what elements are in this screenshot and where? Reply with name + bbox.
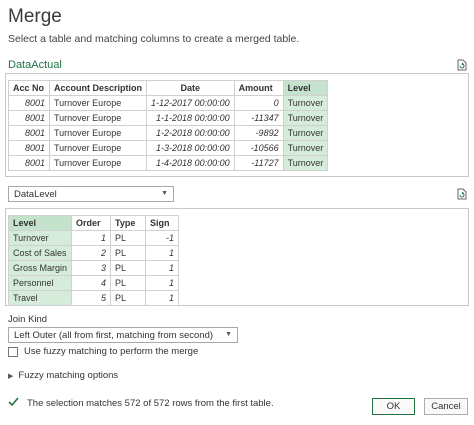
- join-kind-select[interactable]: Left Outer (all from first, matching fro…: [8, 327, 238, 343]
- table-row: Turnover 1 PL -1: [7, 230, 180, 246]
- second-table-select[interactable]: DataLevel ▼: [8, 186, 174, 202]
- table-cell: 8001: [8, 140, 50, 156]
- table-cell: Turnover: [282, 155, 329, 171]
- table-row: 8001 Turnover Europe 1-4-2018 00:00:00 -117…: [8, 155, 329, 171]
- table-cell: PL: [110, 230, 147, 246]
- table-cell: 1: [145, 245, 180, 261]
- table-cell: -1: [145, 230, 180, 246]
- table-cell: Turnover: [282, 125, 329, 141]
- table-row: Cost of Sales 2 PL 1: [7, 245, 180, 261]
- table-cell: -9892: [233, 125, 284, 141]
- table-row: Travel 5 PL 1: [7, 290, 180, 306]
- table-cell: PL: [110, 260, 147, 276]
- table-cell: -10566: [233, 140, 284, 156]
- fuzzy-matching-label: Use fuzzy matching to perform the merge: [24, 346, 199, 357]
- header-row: Level Order Type Sign: [7, 215, 180, 231]
- second-table-grid: Level Order Type Sign Turnover 1 PL -1 Cost …: [7, 215, 180, 306]
- table-cell: Turnover Europe: [48, 95, 148, 111]
- column-header-type[interactable]: Type: [110, 215, 147, 231]
- join-kind-label: Join Kind: [8, 314, 48, 325]
- chevron-down-icon: ▼: [225, 331, 232, 338]
- table-cell: 4: [71, 275, 112, 291]
- table-cell: Turnover: [282, 110, 329, 126]
- ok-button[interactable]: OK: [372, 398, 415, 415]
- fuzzy-options-label: Fuzzy matching options: [18, 370, 119, 381]
- table-cell: 1-2-2018 00:00:00: [146, 125, 235, 141]
- column-header-amount[interactable]: Amount: [233, 80, 284, 96]
- table-cell: 1-4-2018 00:00:00: [146, 155, 235, 171]
- table-cell: Turnover Europe: [48, 110, 148, 126]
- table-row: 8001 Turnover Europe 1-2-2018 00:00:00 -989…: [8, 125, 329, 141]
- first-table-grid: Acc No Account Description Date Amount L…: [8, 80, 329, 171]
- table-cell: 8001: [8, 95, 50, 111]
- column-header-account-description[interactable]: Account Description: [48, 80, 148, 96]
- cancel-button[interactable]: Cancel: [424, 398, 468, 415]
- chevron-down-icon: ▼: [161, 190, 168, 197]
- table-cell: Gross Margin: [7, 260, 73, 276]
- table-cell: Personnel: [7, 275, 73, 291]
- first-table-name: DataActual: [8, 59, 62, 71]
- table-cell: Turnover Europe: [48, 155, 148, 171]
- table-cell: 8001: [8, 125, 50, 141]
- table-cell: 1: [71, 230, 112, 246]
- column-header-level[interactable]: Level: [282, 80, 329, 96]
- table-cell: -11727: [233, 155, 284, 171]
- table-cell: PL: [110, 275, 147, 291]
- dialog-subtitle: Select a table and matching columns to c…: [8, 33, 300, 45]
- dialog-title: Merge: [8, 6, 62, 27]
- table-cell: Travel: [7, 290, 73, 306]
- table-cell: 3: [71, 260, 112, 276]
- table-cell: 0: [233, 95, 284, 111]
- match-status-text: The selection matches 572 of 572 rows fr…: [27, 397, 274, 409]
- fuzzy-matching-checkbox[interactable]: [8, 346, 18, 357]
- table-row: Personnel 4 PL 1: [7, 275, 180, 291]
- table-cell: 1-12-2017 00:00:00: [146, 95, 235, 111]
- second-table-preview: Level Order Type Sign Turnover 1 PL -1 Cost …: [5, 208, 469, 306]
- table-cell: 8001: [8, 110, 50, 126]
- table-cell: Turnover Europe: [48, 140, 148, 156]
- table-cell: Turnover: [7, 230, 73, 246]
- checkmark-icon: [8, 396, 19, 410]
- join-kind-select-value: Left Outer (all from first, matching fro…: [14, 329, 214, 341]
- table-cell: Cost of Sales: [7, 245, 73, 261]
- table-row: 8001 Turnover Europe 1-1-2018 00:00:00 -113…: [8, 110, 329, 126]
- table-cell: 1: [145, 260, 180, 276]
- column-header-date[interactable]: Date: [146, 80, 235, 96]
- column-header-sign[interactable]: Sign: [145, 215, 180, 231]
- refresh-preview-icon[interactable]: [456, 59, 468, 71]
- table-cell: PL: [110, 245, 147, 261]
- table-cell: -11347: [233, 110, 284, 126]
- column-header-order[interactable]: Order: [71, 215, 112, 231]
- table-cell: 1-1-2018 00:00:00: [146, 110, 235, 126]
- table-row: 8001 Turnover Europe 1-3-2018 00:00:00 -105…: [8, 140, 329, 156]
- second-table-select-value: DataLevel: [14, 188, 57, 200]
- table-cell: 2: [71, 245, 112, 261]
- table-cell: PL: [110, 290, 147, 306]
- table-row: 8001 Turnover Europe 1-12-2017 00:00:00 0 Tu…: [8, 95, 329, 111]
- first-table-preview: Acc No Account Description Date Amount L…: [5, 73, 469, 177]
- table-cell: 1: [145, 275, 180, 291]
- table-cell: Turnover: [282, 95, 329, 111]
- table-cell: 1: [145, 290, 180, 306]
- column-header-acc-no[interactable]: Acc No: [8, 80, 50, 96]
- table-cell: Turnover Europe: [48, 125, 148, 141]
- column-header-level[interactable]: Level: [7, 215, 73, 231]
- refresh-preview-icon[interactable]: [456, 188, 468, 200]
- table-cell: Turnover: [282, 140, 329, 156]
- table-cell: 5: [71, 290, 112, 306]
- header-row: Acc No Account Description Date Amount L…: [8, 80, 329, 96]
- table-cell: 8001: [8, 155, 50, 171]
- match-status: The selection matches 572 of 572 rows fr…: [8, 396, 274, 410]
- table-row: Gross Margin 3 PL 1: [7, 260, 180, 276]
- fuzzy-matching-option[interactable]: Use fuzzy matching to perform the merge: [8, 346, 198, 357]
- table-cell: 1-3-2018 00:00:00: [146, 140, 235, 156]
- chevron-right-icon: ▶: [8, 372, 14, 380]
- fuzzy-options-toggle[interactable]: ▶ Fuzzy matching options: [8, 370, 118, 381]
